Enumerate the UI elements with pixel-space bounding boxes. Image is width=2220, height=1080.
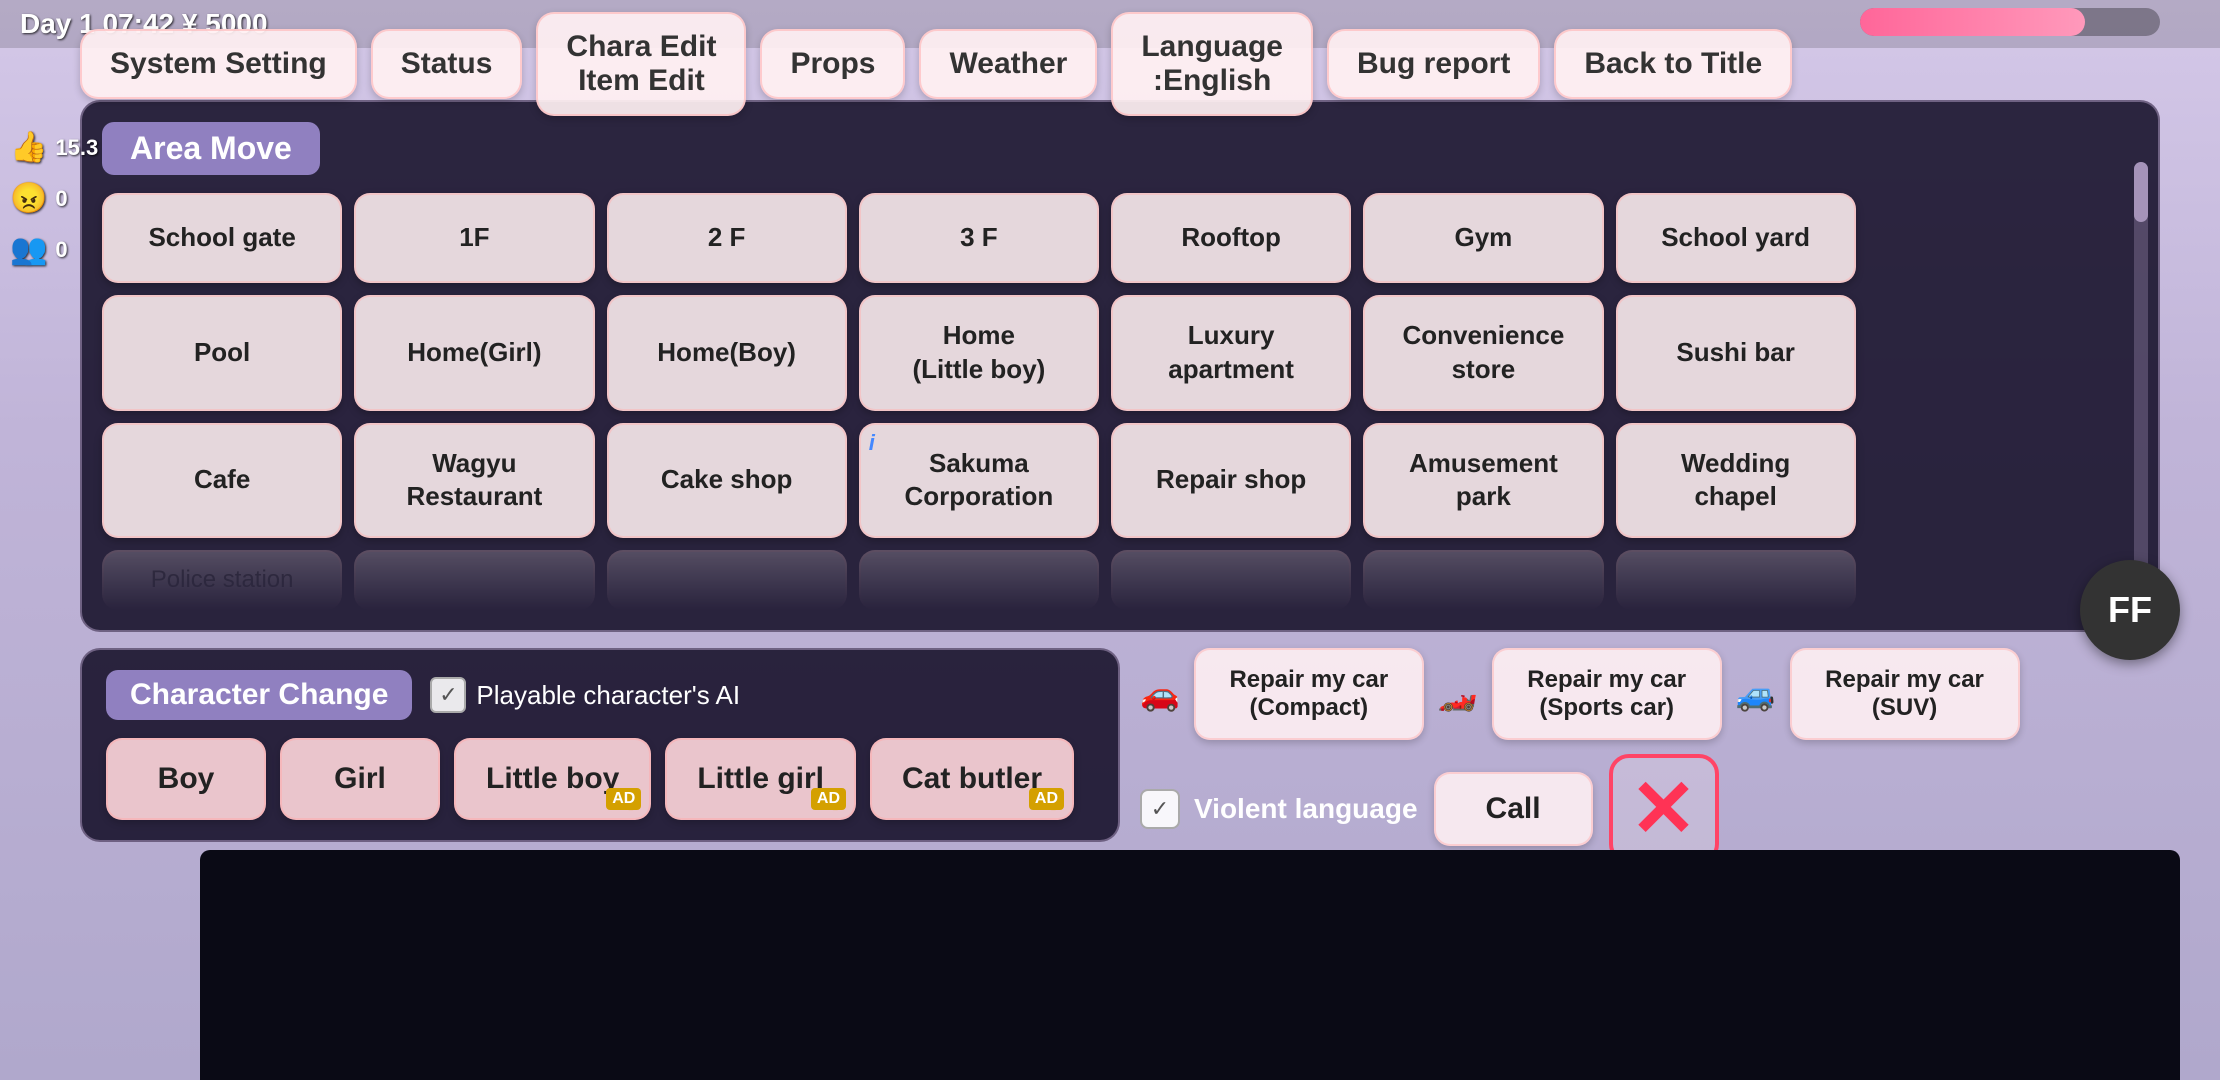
area-btn-police-station-partial: Police station [102, 550, 342, 610]
char-btn-little-girl[interactable]: Little girl 🔒 AD [665, 738, 856, 820]
violent-language-checkbox[interactable]: ✓ [1140, 789, 1180, 829]
area-btn-home-boy[interactable]: Home(Boy) [607, 295, 847, 411]
bug-report-button[interactable]: Bug report [1327, 29, 1540, 99]
car-icon-row: 🚗 Repair my car(Compact) 🏎️ Repair my ca… [1140, 648, 2160, 740]
area-btn-home-little-boy[interactable]: Home(Little boy) [859, 295, 1099, 411]
area-btn-gym[interactable]: Gym [1363, 193, 1603, 283]
area-btn-convenience-store[interactable]: Conveniencestore [1363, 295, 1603, 411]
close-icon: ✕ [1630, 769, 1697, 849]
sports-car-icon: 🏎️ [1438, 675, 1478, 713]
char-panel-header: Character Change ✓ Playable character's … [106, 670, 1094, 720]
back-to-title-button[interactable]: Back to Title [1554, 29, 1792, 99]
bottom-controls: ✓ Violent language Call ✕ [1140, 754, 2160, 864]
top-menu: System Setting Status Chara EditItem Edi… [80, 12, 2100, 116]
char-btn-boy[interactable]: Boy [106, 738, 266, 820]
area-btn-cake-shop[interactable]: Cake shop [607, 423, 847, 539]
compact-car-icon: 🚗 [1140, 675, 1180, 713]
system-setting-button[interactable]: System Setting [80, 29, 357, 99]
violent-language-row: ✓ Violent language [1140, 789, 1418, 829]
angry-value: 0 [55, 186, 67, 212]
area-btn-wagyu-restaurant[interactable]: WagyuRestaurant [354, 423, 594, 539]
ai-checkbox-container: ✓ Playable character's AI [430, 677, 740, 713]
char-btn-little-boy[interactable]: Little boy 🔒 AD [454, 738, 651, 820]
angry-hud: 😠 0 [10, 181, 98, 216]
weather-button[interactable]: Weather [919, 29, 1097, 99]
area-btn-repair-shop[interactable]: Repair shop [1111, 423, 1351, 539]
repair-compact-button[interactable]: Repair my car(Compact) [1194, 648, 1424, 740]
preview-area [200, 850, 2180, 1080]
violent-language-label: Violent language [1194, 793, 1418, 825]
repair-suv-button[interactable]: Repair my car(SUV) [1790, 648, 2020, 740]
group-value: 0 [55, 237, 67, 263]
props-button[interactable]: Props [760, 29, 905, 99]
partial-row: Police station [102, 550, 2138, 610]
area-btn-home-girl[interactable]: Home(Girl) [354, 295, 594, 411]
area-btn-school-gate[interactable]: School gate [102, 193, 342, 283]
scrollbar[interactable] [2134, 162, 2148, 620]
suv-car-icon: 🚙 [1736, 675, 1776, 713]
progress-bar [1860, 8, 2160, 36]
ai-label: Playable character's AI [476, 680, 740, 711]
close-button[interactable]: ✕ [1609, 754, 1719, 864]
chara-edit-button[interactable]: Chara EditItem Edit [536, 12, 746, 116]
area-btn-1f[interactable]: 1F [354, 193, 594, 283]
group-hud: 👥 0 [10, 232, 98, 267]
area-btn-cafe[interactable]: Cafe [102, 423, 342, 539]
left-hud: 👍 15.3 😠 0 👥 0 [0, 120, 108, 277]
area-btn-2f[interactable]: 2 F [607, 193, 847, 283]
area-btn-school-yard[interactable]: School yard [1616, 193, 1856, 283]
status-button[interactable]: Status [371, 29, 523, 99]
like-icon: 👍 [10, 130, 47, 165]
char-btn-girl[interactable]: Girl [280, 738, 440, 820]
scroll-thumb [2134, 162, 2148, 222]
char-btn-cat-butler[interactable]: Cat butler 🔒 AD [870, 738, 1074, 820]
character-change-panel: Character Change ✓ Playable character's … [80, 648, 1120, 842]
ff-button[interactable]: FF [2080, 560, 2180, 660]
call-button[interactable]: Call [1434, 772, 1593, 846]
ai-checkbox[interactable]: ✓ [430, 677, 466, 713]
area-btn-3f[interactable]: 3 F [859, 193, 1099, 283]
area-btn-amusement-park[interactable]: Amusementpark [1363, 423, 1603, 539]
angry-icon: 😠 [10, 181, 47, 216]
area-grid: School gate 1F 2 F 3 F Rooftop Gym Schoo… [102, 193, 2138, 538]
likes-hud: 👍 15.3 [10, 130, 98, 165]
area-btn-sushi-bar[interactable]: Sushi bar [1616, 295, 1856, 411]
character-change-title: Character Change [106, 670, 412, 720]
area-btn-pool[interactable]: Pool [102, 295, 342, 411]
area-btn-wedding-chapel[interactable]: Weddingchapel [1616, 423, 1856, 539]
area-btn-rooftop[interactable]: Rooftop [1111, 193, 1351, 283]
area-btn-luxury-apartment[interactable]: Luxuryapartment [1111, 295, 1351, 411]
character-buttons: Boy Girl Little boy 🔒 AD Little girl 🔒 A… [106, 738, 1094, 820]
area-panel: Area Move School gate 1F 2 F 3 F Rooftop… [80, 100, 2160, 632]
progress-bar-fill [1860, 8, 2085, 36]
likes-value: 15.3 [55, 135, 98, 161]
language-button[interactable]: Language:English [1111, 12, 1313, 116]
area-panel-title: Area Move [102, 122, 320, 175]
area-btn-sakuma-corporation[interactable]: SakumaCorporation [859, 423, 1099, 539]
group-icon: 👥 [10, 232, 47, 267]
repair-sports-button[interactable]: Repair my car(Sports car) [1492, 648, 1722, 740]
